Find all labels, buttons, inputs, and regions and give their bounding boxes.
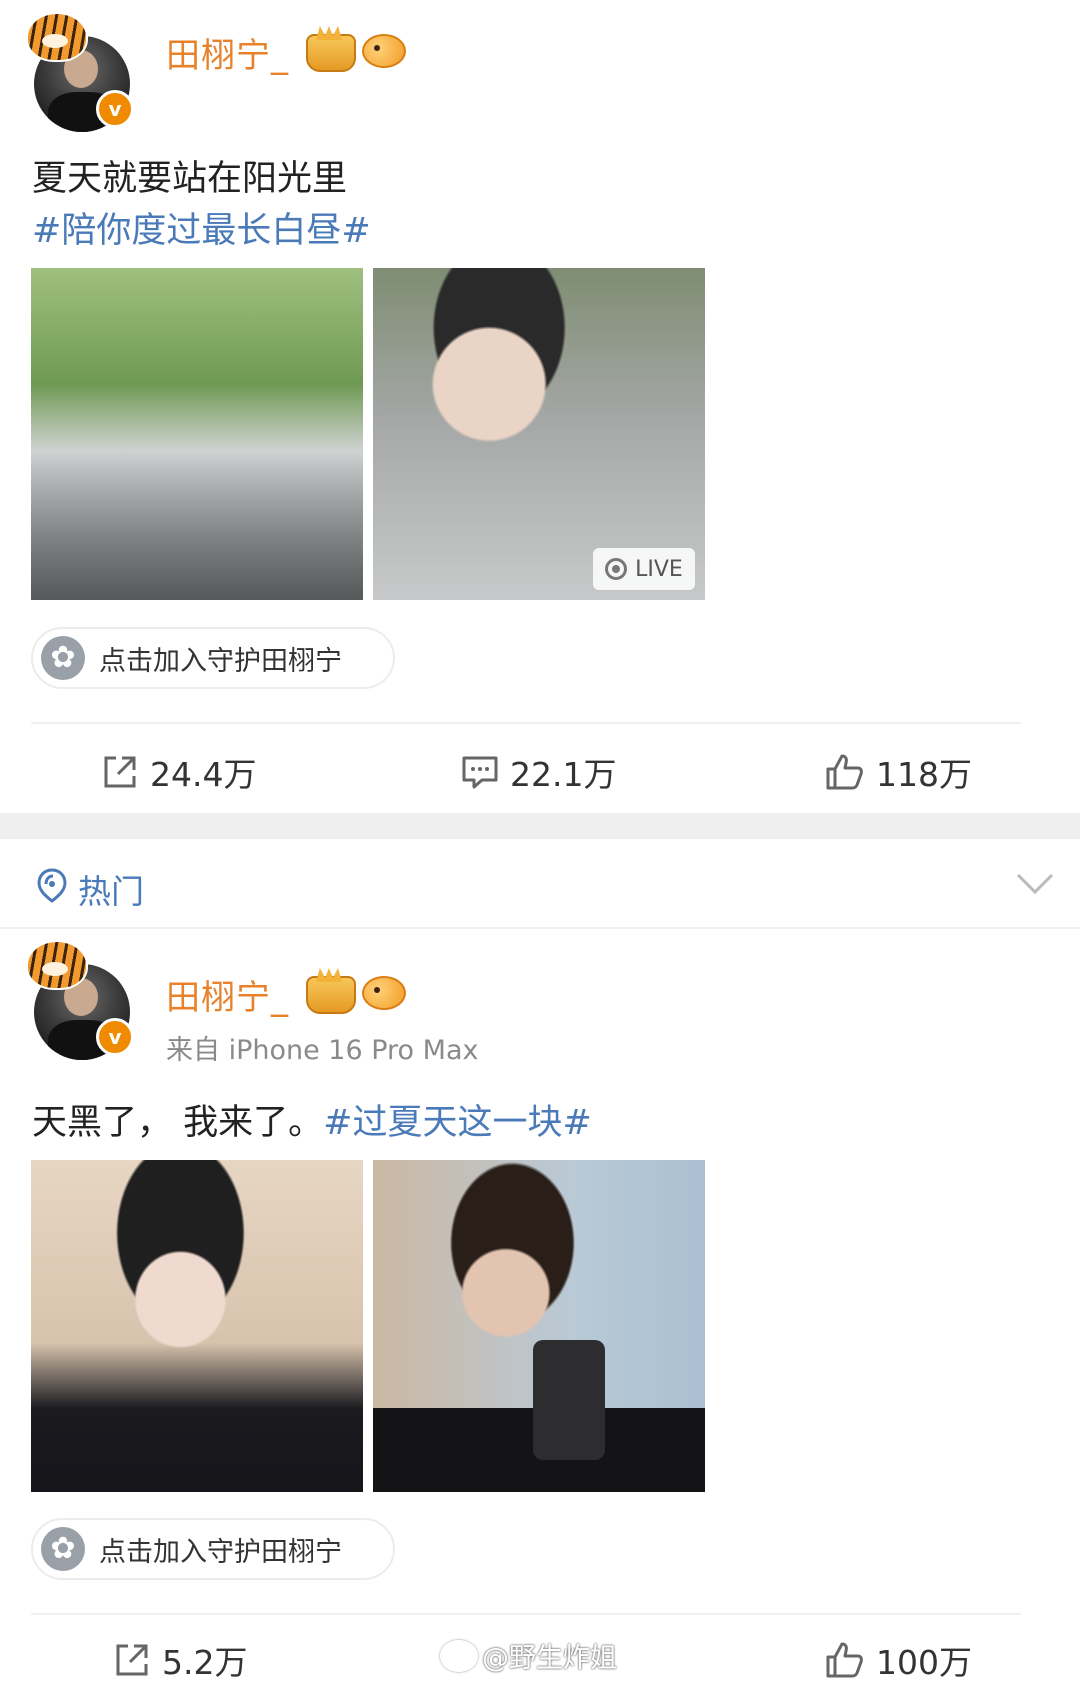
username[interactable]: 田栩宁_ bbox=[166, 28, 289, 77]
section-gap bbox=[0, 813, 1080, 839]
avatar[interactable]: v bbox=[26, 940, 134, 1060]
chevron-down-icon[interactable] bbox=[1016, 873, 1054, 895]
post-photo-2[interactable] bbox=[373, 1160, 705, 1492]
post-text: 夏天就要站在阳光里 bbox=[32, 159, 348, 199]
hot-label: 热门 bbox=[78, 872, 144, 911]
like-button[interactable]: 118万 bbox=[824, 748, 972, 796]
post-photo-2[interactable]: LIVE bbox=[373, 268, 705, 600]
watermark: @野生炸姐 bbox=[440, 1636, 617, 1675]
weibo-logo-icon bbox=[440, 1639, 478, 1672]
username[interactable]: 田栩宁_ bbox=[166, 970, 289, 1019]
post-photo-1[interactable] bbox=[31, 268, 363, 600]
like-count: 100万 bbox=[876, 1643, 972, 1682]
join-guard-button[interactable]: 点击加入守护田栩宁 bbox=[31, 627, 395, 689]
post-text: 天黑了， 我来了。#过夏天这一块# bbox=[32, 1094, 592, 1145]
divider bbox=[31, 1613, 1021, 1615]
like-button[interactable]: 100万 bbox=[824, 1636, 972, 1684]
join-guard-label: 点击加入守护田栩宁 bbox=[99, 1536, 342, 1568]
thumbs-up-icon bbox=[826, 1642, 863, 1678]
avatar[interactable]: v bbox=[26, 12, 134, 132]
share-icon bbox=[104, 756, 136, 788]
divider bbox=[31, 722, 1021, 724]
flower-icon bbox=[41, 636, 85, 680]
live-label: LIVE bbox=[635, 556, 683, 582]
like-count: 118万 bbox=[876, 755, 972, 794]
live-photo-icon bbox=[605, 558, 628, 580]
watermark-text: @野生炸姐 bbox=[482, 1643, 617, 1674]
fish-badge-icon[interactable] bbox=[362, 976, 406, 1010]
share-count: 5.2万 bbox=[162, 1643, 248, 1682]
comment-icon bbox=[462, 756, 498, 789]
post-card-1: v 田栩宁_ 夏天就要站在阳光里 #陪你度过最长白昼# LIVE 点击加入守护田… bbox=[0, 0, 1080, 812]
thumbs-up-icon bbox=[826, 754, 863, 790]
crown-badge-icon[interactable] bbox=[306, 976, 356, 1014]
comment-count: 22.1万 bbox=[510, 755, 617, 794]
fish-badge-icon[interactable] bbox=[362, 34, 406, 68]
crown-badge-icon[interactable] bbox=[306, 34, 356, 72]
post-photo-1[interactable] bbox=[31, 1160, 363, 1492]
tiger-sticker-icon bbox=[26, 12, 88, 62]
verified-badge-icon: v bbox=[96, 90, 134, 128]
hot-location-icon bbox=[37, 868, 67, 903]
share-icon bbox=[116, 1644, 148, 1676]
flower-icon bbox=[41, 1527, 85, 1571]
join-guard-label: 点击加入守护田栩宁 bbox=[99, 645, 342, 677]
hot-section-header[interactable]: 热门 bbox=[0, 839, 1080, 929]
comment-button[interactable]: 22.1万 bbox=[460, 748, 616, 796]
post-source: 来自 iPhone 16 Pro Max bbox=[166, 1035, 479, 1066]
share-button[interactable]: 24.4万 bbox=[100, 748, 256, 796]
verified-badge-icon: v bbox=[96, 1018, 134, 1056]
post-text-plain: 天黑了， 我来了。 bbox=[32, 1103, 324, 1143]
hashtag-link[interactable]: #过夏天这一块# bbox=[323, 1103, 592, 1143]
hashtag-link[interactable]: #陪你度过最长白昼# bbox=[32, 202, 371, 253]
post-card-2: v 田栩宁_ 来自 iPhone 16 Pro Max 天黑了， 我来了。#过夏… bbox=[0, 930, 1080, 1682]
join-guard-button[interactable]: 点击加入守护田栩宁 bbox=[31, 1518, 395, 1580]
live-badge[interactable]: LIVE bbox=[593, 548, 695, 590]
share-count: 24.4万 bbox=[150, 755, 257, 794]
share-button[interactable]: 5.2万 bbox=[112, 1636, 247, 1684]
tiger-sticker-icon bbox=[26, 940, 88, 990]
